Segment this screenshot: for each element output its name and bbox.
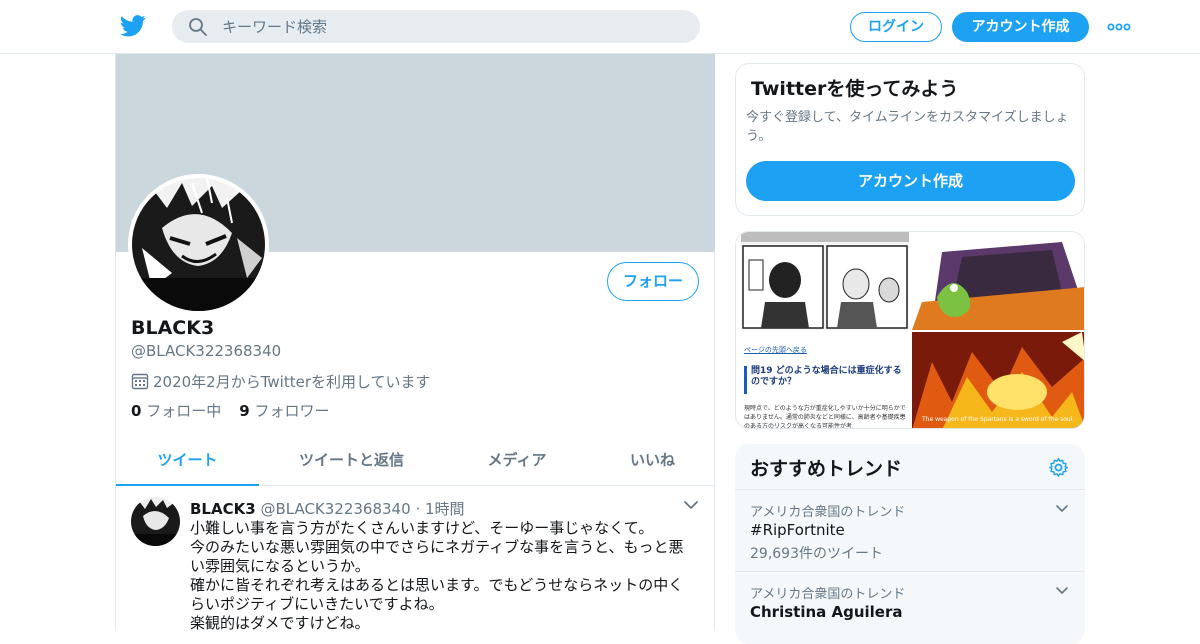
doc-heading: 問19 どのような場合には重症化するのですか？	[751, 366, 902, 387]
doc-body: 現時点で、どのような方が重症化しやすいか十分に明らかではありません。通常の肺炎な…	[744, 405, 906, 429]
media-thumb-hat[interactable]	[912, 232, 1084, 330]
signup-card-title: Twitterを使ってみよう	[751, 78, 959, 100]
tweet-text: 小難しい事を言う方がたくさんいますけど、そーゆー事じゃなくて。 今のみたいな悪い…	[190, 519, 695, 633]
trend-count: 29,693件のツイート	[750, 546, 883, 562]
chevron-down-icon[interactable]	[1055, 504, 1069, 514]
twitter-bird-icon[interactable]	[120, 14, 146, 38]
follow-stats: 0 フォロー中 9 フォロワー	[131, 400, 329, 421]
signup-button[interactable]: アカウント作成	[952, 12, 1089, 42]
following-label: フォロー中	[146, 402, 222, 420]
tweet-avatar[interactable]	[131, 497, 180, 546]
media-grid: ページの先頭へ戻る 問19 どのような場合には重症化するのですか？ 現時点で、ど…	[735, 231, 1085, 429]
profile-name: BLACK3	[131, 317, 215, 339]
search-input[interactable]	[222, 10, 682, 43]
tweet-line: 今のみたいな悪い雰囲気の中でさらにネガティブな事を言うと、もっと悪い雰囲気になる…	[190, 538, 684, 575]
trend-name[interactable]: #RipFortnite	[750, 521, 845, 539]
signup-card-button[interactable]: アカウント作成	[746, 161, 1075, 201]
chevron-down-icon[interactable]	[1055, 586, 1069, 596]
join-date: 2020年2月からTwitterを利用しています	[131, 371, 431, 392]
trend-item[interactable]: アメリカ合衆国のトレンド Christina Aguilera	[735, 571, 1085, 644]
tweet-author-handle[interactable]: @BLACK322368340	[260, 500, 410, 518]
join-date-text: 2020年2月からTwitterを利用しています	[153, 373, 431, 391]
followers-stat[interactable]: 9 フォロワー	[239, 402, 329, 420]
tweet-item[interactable]: BLACK3 @BLACK322368340 · 1時間 小難しい事を言う方がた…	[116, 487, 715, 637]
following-stat[interactable]: 0 フォロー中	[131, 402, 221, 420]
signup-card: Twitterを使ってみよう 今すぐ登録して、タイムラインをカスタマイズしましょ…	[735, 63, 1085, 216]
followers-label: フォロワー	[254, 402, 330, 420]
tweet-time[interactable]: · 1時間	[415, 500, 464, 518]
more-dots-icon[interactable]	[1107, 19, 1131, 35]
tweet-author-name[interactable]: BLACK3	[190, 500, 256, 518]
following-count: 0	[131, 402, 142, 420]
follow-button[interactable]: フォロー	[607, 262, 699, 301]
media-thumb-document[interactable]: ページの先頭へ戻る 問19 どのような場合には重症化するのですか？ 現時点で、ど…	[741, 332, 909, 429]
search-box[interactable]	[172, 10, 700, 43]
tweet-line: 楽観的はダメですけどね。	[190, 614, 370, 632]
tab-media[interactable]: メディア	[444, 436, 590, 486]
tweet-header: BLACK3 @BLACK322368340 · 1時間	[190, 498, 465, 519]
tab-likes[interactable]: いいね	[590, 436, 715, 486]
profile-tabs: ツイート ツイートと返信 メディア いいね	[116, 436, 715, 486]
trend-location: アメリカ合衆国のトレンド	[750, 587, 906, 602]
trends-title: おすすめトレンド	[750, 458, 903, 480]
doc-heading-bar	[744, 366, 747, 394]
avatar[interactable]	[128, 174, 269, 315]
trend-name[interactable]: Christina Aguilera	[750, 603, 903, 621]
trends-panel: おすすめトレンド アメリカ合衆国のトレンド #RipFortnite 29,69…	[735, 444, 1085, 644]
calendar-icon	[131, 373, 149, 390]
doc-link: ページの先頭へ戻る	[744, 346, 807, 354]
avatar-artwork	[132, 178, 265, 311]
media-thumb-fire[interactable]: The weapon of the Spartans is a sword of…	[912, 332, 1084, 428]
tab-tweets[interactable]: ツイート	[116, 436, 259, 486]
chevron-down-icon[interactable]	[683, 499, 699, 511]
trend-item[interactable]: アメリカ合衆国のトレンド #RipFortnite 29,693件のツイート	[735, 489, 1085, 571]
gear-icon[interactable]	[1048, 457, 1069, 478]
profile-column: フォロー BLACK3 @BLACK322368340 2020年2月からTwi…	[115, 54, 715, 632]
search-icon	[189, 18, 207, 36]
top-navigation-bar: ログイン アカウント作成	[0, 0, 1200, 54]
signup-card-subtitle: 今すぐ登録して、タイムラインをカスタマイズしましょう。	[746, 110, 1069, 144]
tweet-line: 確かに皆それぞれ考えはあるとは思います。でもどうせならネットの中くらいポジティブ…	[190, 576, 684, 613]
media-thumb-manga[interactable]	[741, 232, 909, 330]
tab-tweets-replies[interactable]: ツイートと返信	[259, 436, 444, 486]
media-caption: The weapon of the Spartans is a sword of…	[922, 416, 1075, 423]
profile-handle[interactable]: @BLACK322368340	[131, 342, 281, 360]
tweet-line: 小難しい事を言う方がたくさんいますけど、そーゆー事じゃなくて。	[190, 519, 654, 537]
trend-location: アメリカ合衆国のトレンド	[750, 505, 906, 520]
login-button[interactable]: ログイン	[850, 12, 942, 42]
followers-count: 9	[239, 402, 250, 420]
